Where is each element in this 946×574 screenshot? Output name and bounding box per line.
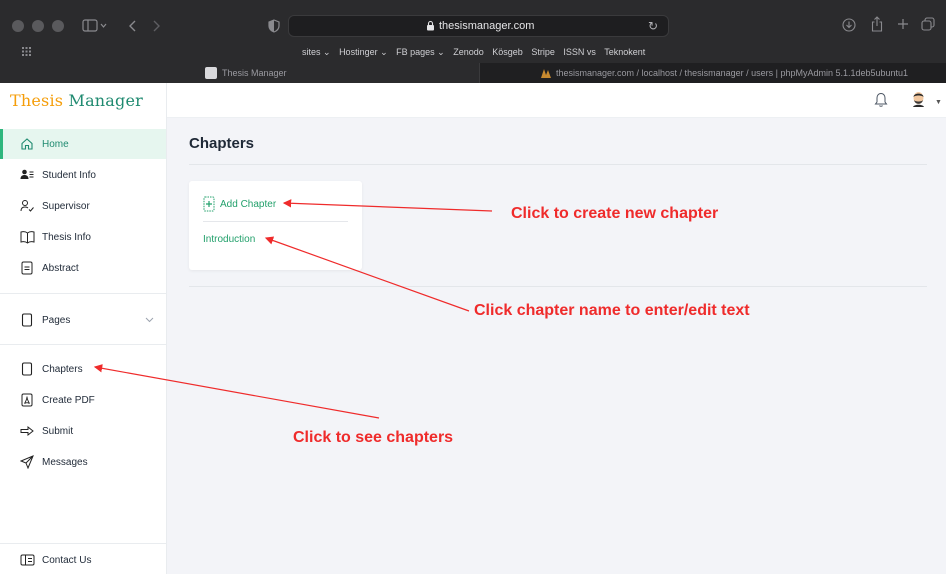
address-bar[interactable]: thesismanager.com ↻ [288, 15, 669, 37]
annotation-see-chapters: Click to see chapters [293, 429, 454, 446]
annotation-edit-chapter: Click chapter name to enter/edit text [474, 302, 750, 319]
add-chapter-button[interactable]: Add Chapter [203, 196, 276, 212]
bookmark-item[interactable]: Zenodo [453, 47, 484, 57]
forward-icon[interactable] [151, 19, 161, 33]
favorites-grid-icon[interactable] [22, 47, 31, 56]
sidebar-item-label: Create PDF [42, 394, 95, 406]
tab-overview-icon[interactable] [921, 17, 935, 31]
privacy-shield-icon[interactable] [268, 19, 280, 33]
document-text-icon [19, 260, 35, 276]
open-book-icon [19, 229, 35, 245]
bookmark-item[interactable]: FB pages ⌄ [396, 47, 445, 57]
sidebar-item-home[interactable]: Home [0, 129, 166, 159]
bookmark-item[interactable]: sites ⌄ [302, 47, 331, 57]
card-divider [203, 221, 348, 222]
tab-title: thesismanager.com / localhost / thesisma… [556, 68, 909, 78]
page-title: Chapters [189, 135, 255, 152]
sidebar-item-messages[interactable]: Messages [0, 447, 166, 477]
title-divider [189, 164, 927, 165]
sidebar-item-label: Contact Us [42, 554, 92, 566]
send-icon [19, 454, 35, 470]
bookmark-item[interactable]: ISSN vs [563, 47, 596, 57]
bookmark-item[interactable]: Hostinger ⌄ [339, 47, 388, 57]
sidebar-divider [0, 543, 166, 544]
bookmark-item[interactable]: Stripe [531, 47, 555, 57]
user-check-icon [19, 198, 35, 214]
sidebar-item-label: Student Info [42, 169, 96, 181]
pdf-file-icon [19, 392, 35, 408]
page-icon [19, 361, 35, 377]
tab-thesis-manager[interactable]: Thesis Manager [0, 63, 479, 83]
thesis-manager-favicon [205, 67, 217, 79]
sidebar-item-label: Home [42, 138, 69, 150]
sidebar-item-chapters[interactable]: Chapters [0, 354, 166, 384]
sidebar-item-label: Messages [42, 456, 88, 468]
chapters-card: Add Chapter Introduction [189, 181, 362, 270]
url-text: thesismanager.com [439, 20, 535, 32]
sidebar-item-contact-us[interactable]: Contact Us [0, 545, 166, 574]
student-card-icon [19, 167, 35, 183]
avatar[interactable] [911, 91, 926, 108]
sidebar-divider [0, 293, 166, 294]
chevron-down-icon[interactable] [145, 315, 154, 324]
sidebar-item-thesis-info[interactable]: Thesis Info [0, 222, 166, 252]
browser-chrome: thesismanager.com ↻ sites ⌄ Hostinger ⌄ … [0, 0, 946, 83]
back-icon[interactable] [128, 19, 138, 33]
caret-down-icon[interactable]: ▼ [935, 99, 942, 106]
new-tab-icon[interactable] [897, 18, 909, 30]
page-icon [19, 312, 35, 328]
sidebar-divider [0, 344, 166, 345]
sidebar-item-label: Thesis Info [42, 231, 91, 243]
add-document-icon [203, 196, 215, 212]
bookmark-item[interactable]: Kösgeb [492, 47, 523, 57]
share-icon[interactable] [871, 16, 883, 32]
sidebar-item-label: Chapters [42, 363, 83, 375]
tab-phpmyadmin[interactable]: thesismanager.com / localhost / thesisma… [479, 63, 946, 83]
sidebar: Thesis Manager Home Student Info Supervi… [0, 83, 167, 574]
sidebar-item-label: Pages [42, 314, 71, 326]
sidebar-item-supervisor[interactable]: Supervisor [0, 191, 166, 221]
bookmark-item[interactable]: Teknokent [604, 47, 645, 57]
phpmyadmin-favicon [541, 69, 551, 78]
annotation-create-chapter: Click to create new chapter [511, 205, 719, 222]
brand-word-2: Manager [68, 91, 144, 110]
brand-word-1: Thesis [10, 91, 64, 110]
sidebar-item-submit[interactable]: Submit [0, 416, 166, 446]
app-header: ▼ [167, 83, 946, 118]
window-minimize-button[interactable] [32, 20, 44, 32]
sidebar-item-abstract[interactable]: Abstract [0, 253, 166, 283]
main-content: Chapters Add Chapter Introduction [167, 118, 946, 574]
chapter-link-introduction[interactable]: Introduction [203, 234, 255, 245]
sidebar-item-label: Submit [42, 425, 74, 437]
contact-card-icon [19, 552, 35, 568]
bookmarks-bar: sites ⌄ Hostinger ⌄ FB pages ⌄ Zenodo Kö… [302, 47, 651, 58]
reload-icon[interactable]: ↻ [648, 19, 658, 33]
tab-strip: Thesis Manager thesismanager.com / local… [0, 63, 946, 83]
tab-title: Thesis Manager [222, 68, 287, 78]
sidebar-item-student-info[interactable]: Student Info [0, 160, 166, 190]
home-icon [19, 136, 35, 152]
sidebar-item-label: Supervisor [42, 200, 90, 212]
sidebar-item-create-pdf[interactable]: Create PDF [0, 385, 166, 415]
brand-logo[interactable]: Thesis Manager [10, 91, 143, 110]
content-divider [189, 286, 927, 287]
add-chapter-label: Add Chapter [220, 198, 277, 210]
window-zoom-button[interactable] [52, 20, 64, 32]
sidebar-item-label: Abstract [42, 262, 79, 274]
sidebar-toggle-icon[interactable] [82, 19, 108, 33]
arrow-right-icon [19, 423, 35, 439]
browser-titlebar: thesismanager.com ↻ [0, 0, 946, 43]
bell-icon[interactable] [874, 92, 888, 108]
lock-icon [427, 20, 434, 31]
download-icon[interactable] [842, 18, 856, 32]
window-close-button[interactable] [12, 20, 24, 32]
sidebar-item-pages[interactable]: Pages [0, 305, 166, 335]
